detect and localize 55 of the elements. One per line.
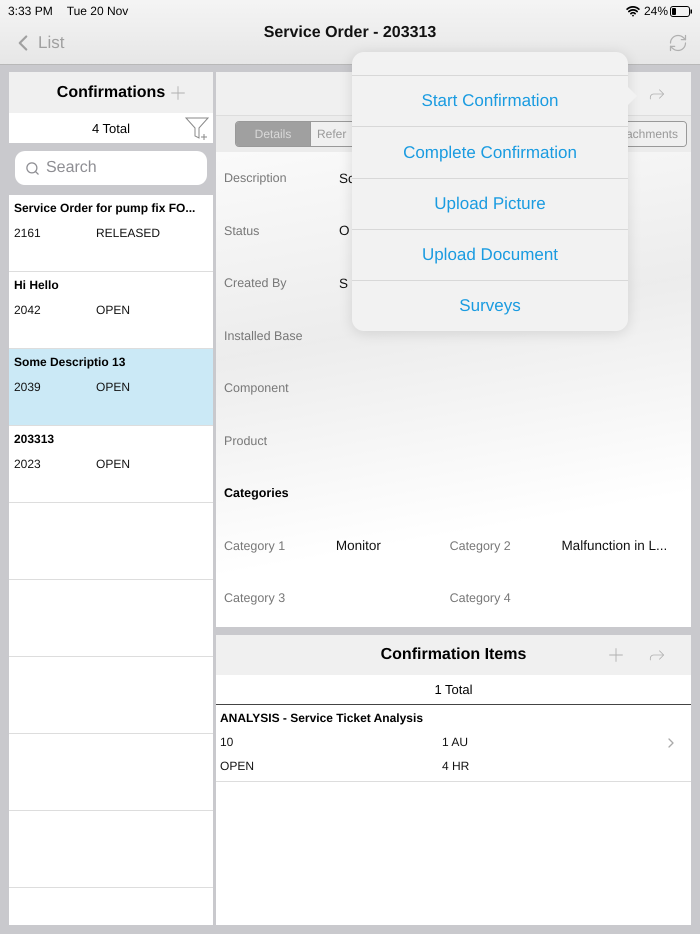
item-status: OPEN xyxy=(96,457,132,471)
panel-title: Confirmations xyxy=(56,84,166,102)
item-title: ANALYSIS - Service Ticket Analysis xyxy=(220,711,424,725)
segment-tab[interactable]: Details xyxy=(236,122,310,146)
item-number: 2023 xyxy=(14,457,42,471)
field-label: Product xyxy=(224,434,268,448)
field-label: Category 1 xyxy=(224,538,286,553)
field-label: Status xyxy=(224,224,260,238)
field-label: Category 4 xyxy=(450,591,512,606)
section-heading: Categories xyxy=(224,486,289,500)
item-status: OPEN xyxy=(96,303,132,317)
field-value: S xyxy=(339,276,350,291)
battery-icon xyxy=(670,6,692,16)
confirmation-item-row[interactable]: ANALYSIS - Service Ticket Analysis 10 1 AU OPEN 4 HR xyxy=(216,705,691,782)
item-status: RELEASED xyxy=(96,226,162,240)
item-number: 2039 xyxy=(14,380,42,394)
item-status: OPEN xyxy=(96,380,132,394)
menu-item[interactable]: Start Confirmation xyxy=(352,75,628,126)
search-icon xyxy=(25,161,40,176)
item-title: Service Order for pump fix FO... xyxy=(14,201,196,215)
status-date: Tue 20 Nov xyxy=(66,4,128,18)
total-count: 1 Total xyxy=(434,682,473,697)
item-number: 10 xyxy=(220,735,234,749)
refresh-button[interactable] xyxy=(668,33,688,53)
field-label: Component xyxy=(224,381,290,396)
item-quantity: 1 AU xyxy=(442,735,470,749)
panel-title: Confirmation Items xyxy=(380,646,526,664)
menu-item[interactable]: Upload Document xyxy=(352,228,628,280)
field-label: Description xyxy=(224,171,288,186)
filter-add-button[interactable] xyxy=(184,115,210,141)
field-label: Category 2 xyxy=(450,538,512,553)
wifi-icon xyxy=(626,4,640,18)
field-value: Monitor xyxy=(336,538,382,554)
item-duration: 4 HR xyxy=(442,759,470,773)
menu-item[interactable]: Upload Picture xyxy=(352,178,628,229)
field-label: Created By xyxy=(224,276,288,290)
item-title: 203313 xyxy=(14,432,56,446)
window-title: Service Order - 203313 xyxy=(264,24,436,42)
item-title: Hi Hello xyxy=(14,278,60,292)
field-value: Malfunction in L... xyxy=(561,538,668,554)
battery-percent: 24% xyxy=(644,4,668,18)
item-number: 2042 xyxy=(14,303,42,317)
item-title: Some Descriptio 13 xyxy=(14,355,126,369)
menu-item[interactable]: Complete Confirmation xyxy=(352,126,628,178)
confirmation-list-item[interactable]: Some Descriptio 13 2039 OPEN xyxy=(9,349,213,426)
item-number: 2161 xyxy=(14,226,42,240)
total-count: 4 Total xyxy=(92,120,130,136)
menu-item[interactable]: Surveys xyxy=(352,280,628,331)
item-status: OPEN xyxy=(220,759,256,773)
status-time: 3:33 PM xyxy=(8,4,53,18)
field-value: O xyxy=(339,223,351,238)
search-field[interactable]: Search xyxy=(15,151,207,185)
field-label: Category 3 xyxy=(224,591,286,606)
back-button[interactable]: List xyxy=(10,30,64,56)
field-label: Installed Base xyxy=(224,328,304,343)
